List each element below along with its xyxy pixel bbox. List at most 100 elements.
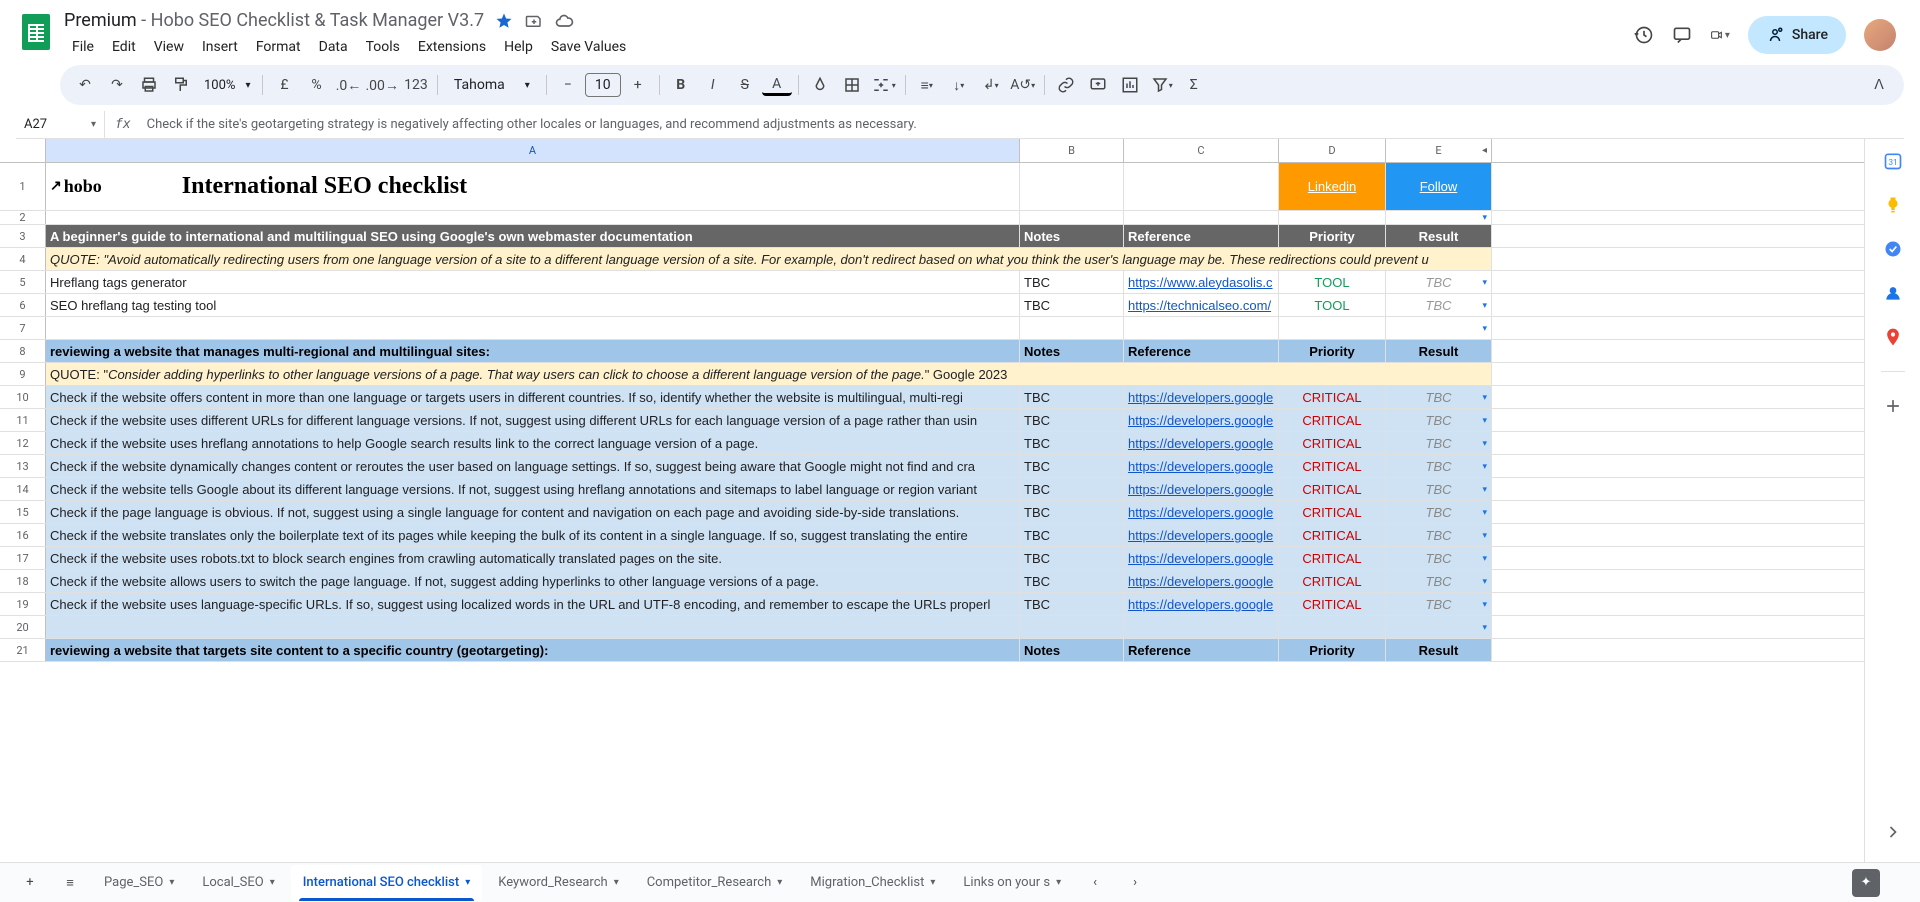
row-header[interactable]: 7 (0, 317, 46, 339)
cell[interactable]: Check if the website allows users to swi… (46, 570, 1020, 592)
cell[interactable]: Check if the page language is obvious. I… (46, 501, 1020, 523)
cell[interactable]: TBC (1386, 386, 1492, 408)
strike-icon[interactable]: S (730, 70, 760, 100)
cell[interactable]: TBC (1020, 294, 1124, 316)
cell[interactable]: TBC (1386, 478, 1492, 500)
sheet-tab[interactable]: Links on your s▾ (951, 865, 1073, 901)
increase-decimal-icon[interactable]: .00→ (365, 70, 398, 100)
cell[interactable]: CRITICAL (1279, 570, 1386, 592)
cell[interactable]: CRITICAL (1279, 409, 1386, 431)
cell[interactable]: Check if the website tells Google about … (46, 478, 1020, 500)
italic-icon[interactable]: I (698, 70, 728, 100)
cell[interactable]: TBC (1386, 501, 1492, 523)
row-header[interactable]: 1 (0, 163, 46, 210)
print-icon[interactable] (134, 70, 164, 100)
menu-data[interactable]: Data (311, 35, 356, 59)
explore-button[interactable]: ✦ (1852, 869, 1880, 897)
sheet-tab[interactable]: Page_SEO▾ (92, 865, 186, 901)
menu-tools[interactable]: Tools (358, 35, 408, 59)
history-icon[interactable] (1634, 25, 1654, 45)
doc-title[interactable]: Premium - Hobo SEO Checklist & Task Mana… (64, 10, 484, 31)
cell[interactable]: Result (1386, 639, 1492, 661)
meet-icon[interactable]: ▾ (1710, 25, 1730, 45)
cell[interactable]: Check if the website uses language-speci… (46, 593, 1020, 615)
menu-edit[interactable]: Edit (104, 35, 144, 59)
cell-link[interactable]: https://developers.google (1124, 455, 1279, 477)
calendar-icon[interactable]: 31 (1883, 151, 1903, 171)
currency-icon[interactable]: £ (269, 70, 299, 100)
cell[interactable]: TBC (1386, 455, 1492, 477)
link-icon[interactable] (1051, 70, 1081, 100)
cell[interactable]: CRITICAL (1279, 593, 1386, 615)
row-header[interactable]: 15 (0, 501, 46, 523)
cell[interactable]: CRITICAL (1279, 478, 1386, 500)
row-header[interactable]: 18 (0, 570, 46, 592)
percent-icon[interactable]: % (301, 70, 331, 100)
menu-save-values[interactable]: Save Values (543, 35, 634, 59)
cell[interactable]: Check if the website translates only the… (46, 524, 1020, 546)
decrease-decimal-icon[interactable]: .0← (333, 70, 363, 100)
row-header[interactable]: 12 (0, 432, 46, 454)
tasks-icon[interactable] (1883, 239, 1903, 259)
zoom-select[interactable]: 100%▾ (198, 78, 256, 93)
row-header[interactable]: 17 (0, 547, 46, 569)
menu-file[interactable]: File (64, 35, 102, 59)
cell-link[interactable]: https://developers.google (1124, 547, 1279, 569)
add-icon[interactable] (1883, 396, 1903, 416)
merge-icon[interactable]: ▾ (869, 70, 899, 100)
row-header[interactable]: 11 (0, 409, 46, 431)
number-format[interactable]: 123 (401, 70, 431, 100)
cell[interactable]: TOOL (1279, 271, 1386, 293)
insert-chart-icon[interactable] (1115, 70, 1145, 100)
cell[interactable]: Check if the website dynamically changes… (46, 455, 1020, 477)
col-header-a[interactable]: A (46, 139, 1020, 162)
cell[interactable]: TBC (1020, 524, 1124, 546)
cell[interactable]: TBC (1020, 501, 1124, 523)
cell[interactable]: TBC (1020, 271, 1124, 293)
cell-link[interactable]: https://www.aleydasolis.c (1124, 271, 1279, 293)
cell[interactable]: Priority (1279, 225, 1386, 247)
move-icon[interactable] (524, 11, 544, 31)
cell[interactable]: Reference (1124, 225, 1279, 247)
sheet-tab[interactable]: Keyword_Research▾ (486, 865, 630, 901)
sheet-tab[interactable]: Migration_Checklist▾ (798, 865, 947, 901)
row-header[interactable]: 10 (0, 386, 46, 408)
cell[interactable]: Result (1386, 340, 1492, 362)
halign-icon[interactable]: ≡▾ (912, 70, 942, 100)
sheet-tab[interactable]: Local_SEO▾ (190, 865, 286, 901)
scroll-tabs-right-icon[interactable]: › (1117, 865, 1153, 901)
cell-link[interactable]: https://developers.google (1124, 409, 1279, 431)
cloud-icon[interactable] (554, 11, 574, 31)
cell[interactable]: TBC (1386, 524, 1492, 546)
cell[interactable]: TBC (1020, 593, 1124, 615)
row-header[interactable]: 19 (0, 593, 46, 615)
row-header[interactable]: 9 (0, 363, 46, 385)
row-header[interactable]: 8 (0, 340, 46, 362)
font-increase[interactable]: + (623, 70, 653, 100)
cell[interactable]: TBC (1020, 570, 1124, 592)
cell[interactable]: Follow (1386, 163, 1492, 210)
cell-link[interactable]: https://developers.google (1124, 478, 1279, 500)
cell[interactable]: TBC (1386, 547, 1492, 569)
text-color-icon[interactable]: A (762, 74, 792, 96)
row-header[interactable]: 5 (0, 271, 46, 293)
row-header[interactable]: 3 (0, 225, 46, 247)
share-button[interactable]: Share (1748, 16, 1846, 54)
valign-icon[interactable]: ↓▾ (944, 70, 974, 100)
cell[interactable]: TBC (1020, 386, 1124, 408)
cell[interactable]: TBC (1386, 271, 1492, 293)
col-header-b[interactable]: B (1020, 139, 1124, 162)
cell[interactable]: Notes (1020, 225, 1124, 247)
collapse-toolbar-icon[interactable]: ᐱ (1864, 70, 1894, 100)
hide-panel-icon[interactable] (1883, 822, 1903, 842)
cell[interactable]: CRITICAL (1279, 432, 1386, 454)
menu-help[interactable]: Help (496, 35, 541, 59)
add-sheet-icon[interactable]: + (12, 865, 48, 901)
cell[interactable]: Notes (1020, 639, 1124, 661)
cell[interactable]: Hreflang tags generator (46, 271, 1020, 293)
contacts-icon[interactable] (1883, 283, 1903, 303)
cell[interactable]: CRITICAL (1279, 547, 1386, 569)
cell[interactable]: Result (1386, 225, 1492, 247)
rotate-icon[interactable]: A↺▾ (1008, 70, 1038, 100)
cell[interactable]: Check if the website offers content in m… (46, 386, 1020, 408)
